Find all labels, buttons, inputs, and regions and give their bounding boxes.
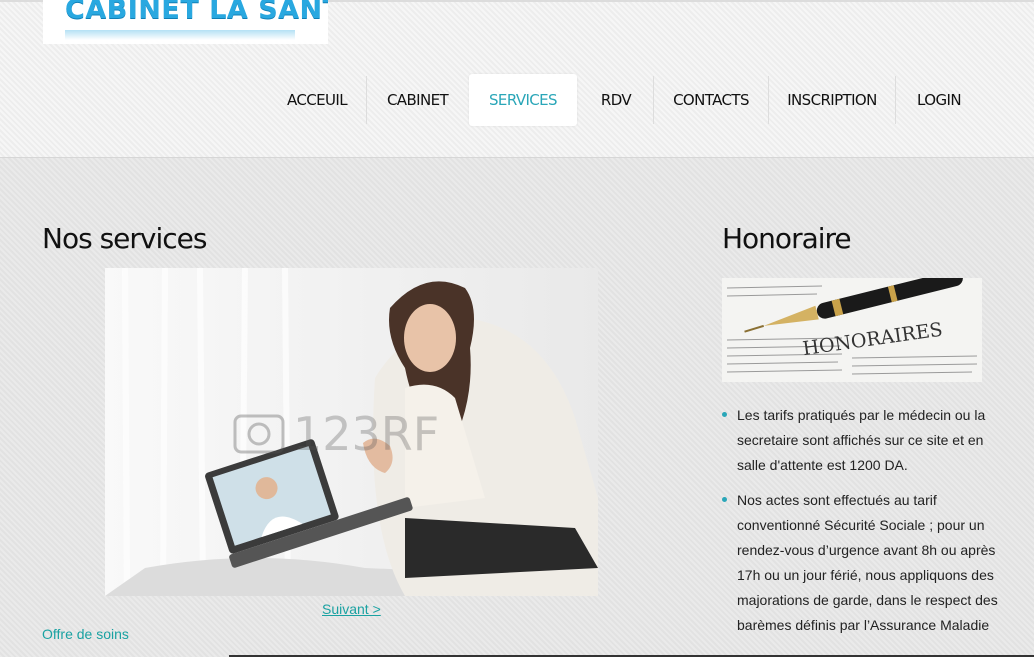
- nav-contacts[interactable]: CONTACTS: [656, 74, 766, 126]
- next-link[interactable]: Suivant >: [322, 601, 381, 617]
- nav-divider: [768, 76, 769, 124]
- nav-divider: [895, 76, 896, 124]
- list-item: Nos actes sont effectués au tarif conven…: [722, 488, 1002, 638]
- nav-accueil[interactable]: ACCEUIL: [271, 74, 363, 126]
- honoraires-image: HONORAIRES: [722, 278, 982, 382]
- service-photo: 123RF: [105, 268, 598, 596]
- teleconsultation-illustration: 123RF: [105, 268, 598, 596]
- logo-text: CABINET LA SANTE: [65, 0, 328, 25]
- services-title: Nos services: [42, 222, 207, 255]
- honoraire-text-1: Les tarifs pratiqués par le médecin ou l…: [737, 407, 986, 473]
- nav-services[interactable]: SERVICES: [469, 74, 577, 126]
- site-logo[interactable]: CABINET LA SANTE: [43, 0, 328, 44]
- honoraire-text-2: Nos actes sont effectués au tarif conven…: [737, 492, 998, 633]
- fountain-pen-newspaper-illustration: HONORAIRES: [722, 278, 982, 382]
- logo-reflection: [65, 30, 295, 40]
- nav-divider: [653, 76, 654, 124]
- honoraire-list: Les tarifs pratiqués par le médecin ou l…: [722, 403, 1002, 648]
- bullet-icon: [722, 412, 727, 417]
- nav-inscription[interactable]: INSCRIPTION: [771, 74, 893, 126]
- bullet-icon: [722, 497, 727, 502]
- nav-cabinet[interactable]: CABINET: [369, 74, 466, 126]
- site-header: CABINET LA SANTE ACCEUIL CABINET SERVICE…: [0, 0, 1034, 158]
- photo-watermark: 123RF: [293, 407, 439, 461]
- offre-de-soins-link[interactable]: Offre de soins: [42, 626, 129, 642]
- honoraire-title: Honoraire: [722, 222, 852, 255]
- nav-login[interactable]: LOGIN: [898, 74, 980, 126]
- nav-divider: [366, 76, 367, 124]
- list-item: Les tarifs pratiqués par le médecin ou l…: [722, 403, 1002, 478]
- nav-rdv[interactable]: RDV: [580, 74, 652, 126]
